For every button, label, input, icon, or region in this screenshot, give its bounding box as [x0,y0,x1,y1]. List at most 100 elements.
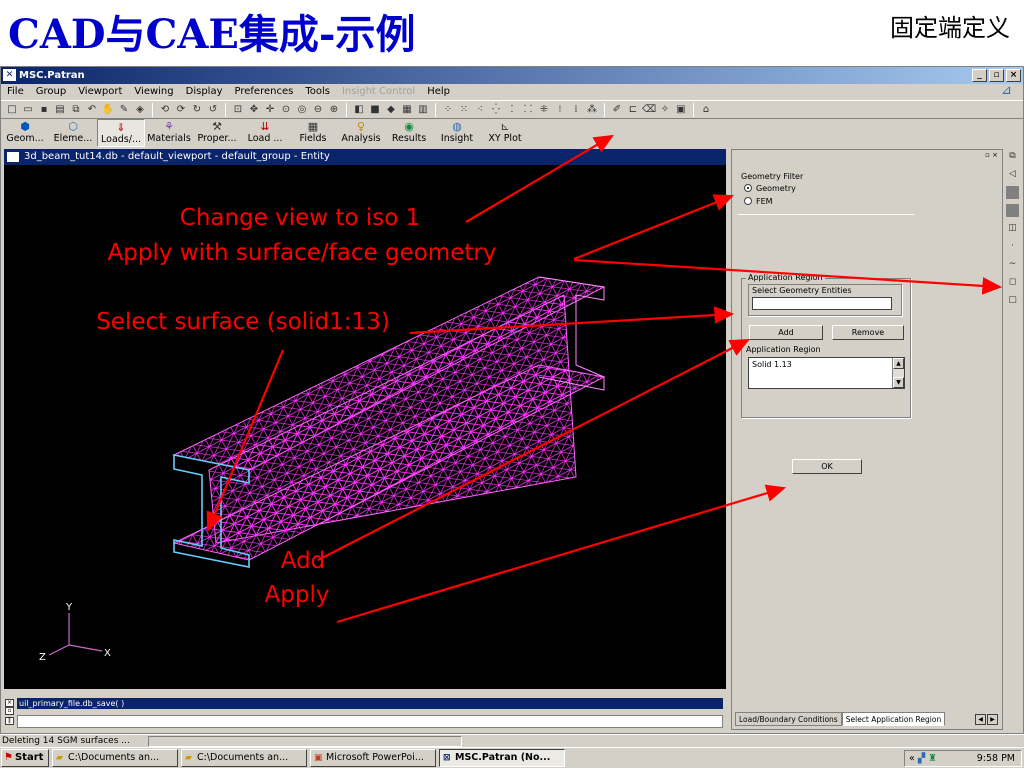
rotate-y-icon[interactable]: ⟳ [174,103,188,116]
spin-icon[interactable]: ⊙ [279,103,293,116]
app-button-load-cases[interactable]: ⇊ Load ... [241,119,289,147]
app-button-geometry[interactable]: ⬢ Geom... [1,119,49,147]
rotate-z-icon[interactable]: ↻ [190,103,204,116]
open-icon[interactable]: ▭ [21,103,35,116]
paint-icon[interactable]: ✎ [117,103,131,116]
new-icon[interactable]: □ [5,103,19,116]
iso-view-icon[interactable]: ◧ [352,103,366,116]
center-icon[interactable]: ◎ [295,103,309,116]
plot-icon[interactable]: ⊏ [626,103,640,116]
select-face-outline-icon[interactable]: ◻ [1006,276,1019,289]
ok-button[interactable]: OK [792,459,862,474]
network-icon[interactable]: ▞ [918,753,925,764]
show-fields-icon[interactable]: ⁞ [569,103,583,116]
hidden-line-icon[interactable]: ◆ [384,103,398,116]
print-icon[interactable]: ▤ [53,103,67,116]
select-any-icon[interactable]: ⧉ [1006,150,1019,163]
show-loads-icon[interactable]: ⁝ [553,103,567,116]
app-button-loads[interactable]: ⇓ Loads/... [97,119,145,147]
show-curves-icon[interactable]: ⁙ [457,103,471,116]
menu-viewport[interactable]: Viewport [72,84,128,100]
label-off-icon[interactable]: ▥ [416,103,430,116]
close-button[interactable]: × [1006,69,1021,82]
menu-help[interactable]: Help [421,84,456,100]
menu-tools[interactable]: Tools [299,84,336,100]
fill-icon[interactable]: ◈ [133,103,147,116]
history-window-icon[interactable]: ▫ [5,707,14,715]
start-button[interactable]: ⚑ Start [1,749,49,767]
menu-preferences[interactable]: Preferences [229,84,300,100]
restore-button[interactable]: ▫ [989,69,1004,82]
select-solid-icon[interactable] [1006,204,1019,217]
menu-viewing[interactable]: Viewing [128,84,179,100]
tab-next-icon[interactable]: ▶ [987,714,998,725]
select-curve-icon[interactable]: ∼ [1006,258,1019,271]
app-button-results[interactable]: ◉ Results [385,119,433,147]
select-point-icon[interactable]: · [1006,240,1019,253]
taskbar-item-documents-1[interactable]: ▰ C:\Documents an... [52,749,178,767]
app-button-xy-plot[interactable]: ⊾ XY Plot [481,119,529,147]
menu-display[interactable]: Display [180,84,229,100]
copy-icon[interactable]: ⧉ [69,103,83,116]
scroll-down-icon[interactable]: ▼ [893,377,904,388]
scroll-up-icon[interactable]: ▲ [893,358,904,369]
remove-button[interactable]: Remove [832,325,904,340]
select-solid-face-icon[interactable] [1006,186,1019,199]
move-icon[interactable]: ✛ [263,103,277,116]
menu-file[interactable]: File [1,84,30,100]
save-icon[interactable]: ▪ [37,103,51,116]
region-list-scrollbar[interactable]: ▲ ▼ [892,358,904,388]
show-points-icon[interactable]: ⁘ [441,103,455,116]
select-face-icon[interactable]: ◫ [1006,222,1019,235]
menu-group[interactable]: Group [30,84,72,100]
select-box-icon[interactable]: ▢ [1006,294,1019,307]
taskbar-item-patran[interactable]: ⊠ MSC.Patran (No... [439,749,565,767]
select-surface-icon[interactable]: ◁ [1006,168,1019,181]
fem-radio[interactable] [744,197,752,205]
show-surfaces-icon[interactable]: ⁖ [473,103,487,116]
taskbar-item-powerpoint[interactable]: ▣ Microsoft PowerPoi... [310,749,436,767]
viewport-titlebar[interactable]: 3d_beam_tut14.db - default_viewport - de… [4,149,726,165]
label-on-icon[interactable]: ▦ [400,103,414,116]
zoom-in-icon[interactable]: ⊕ [327,103,341,116]
region-list-item[interactable]: Solid 1.13 [752,360,901,369]
tab-prev-icon[interactable]: ◀ [975,714,986,725]
rotate-x-icon[interactable]: ⟲ [158,103,172,116]
app-button-materials[interactable]: ⚘ Materials [145,119,193,147]
panel-window-controls[interactable]: ▫ × [985,151,998,159]
app-button-properties[interactable]: ⚒ Proper... [193,119,241,147]
command-pause-icon[interactable]: ‖ [5,717,14,725]
show-all-icon[interactable]: ⁂ [585,103,599,116]
history-toggle-icon[interactable]: × [5,699,14,707]
tab-select-application-region[interactable]: Select Application Region [841,712,946,726]
zoom-out-icon[interactable]: ⊖ [311,103,325,116]
app-button-elements[interactable]: ⬡ Eleme... [49,119,97,147]
tab-load-boundary-conditions[interactable]: Load/Boundary Conditions [735,712,842,726]
show-solids-icon[interactable]: ⁛ [489,103,503,116]
erase-icon[interactable]: ⌫ [642,103,656,116]
shaded-icon[interactable]: ■ [368,103,382,116]
show-elements-icon[interactable]: ⸬ [521,103,535,116]
home-icon[interactable]: ⌂ [699,103,713,116]
app-button-analysis[interactable]: ♀ Analysis [337,119,385,147]
highlight-icon[interactable]: ✧ [658,103,672,116]
app-button-insight[interactable]: ◍ Insight [433,119,481,147]
add-button[interactable]: Add [749,325,823,340]
tray-expand-icon[interactable]: « [909,753,915,764]
fit-view-icon[interactable]: ⊡ [231,103,245,116]
translate-icon[interactable]: ✥ [247,103,261,116]
app-button-fields[interactable]: ▦ Fields [289,119,337,147]
history-line[interactable]: uil_primary_file.db_save( ) [17,698,723,709]
edit-icon[interactable]: ✐ [610,103,624,116]
rotate-free-icon[interactable]: ↺ [206,103,220,116]
show-nodes-icon[interactable]: ⁚ [505,103,519,116]
show-mpc-icon[interactable]: ⁜ [537,103,551,116]
select-entities-input[interactable] [752,297,892,310]
taskbar-item-documents-2[interactable]: ▰ C:\Documents an... [181,749,307,767]
command-input[interactable] [17,715,723,728]
application-region-list[interactable]: Solid 1.13 ▲ ▼ [748,357,905,389]
window-titlebar[interactable]: ✕ MSC.Patran _ ▫ × [1,67,1023,84]
minimize-button[interactable]: _ [972,69,987,82]
pan-icon[interactable]: ✋ [101,103,115,116]
clock[interactable]: 9:58 PM [977,751,1015,766]
